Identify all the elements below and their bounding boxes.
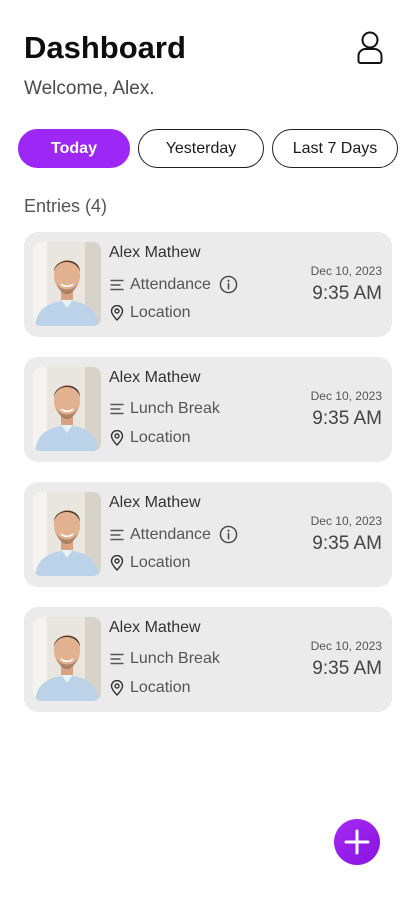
list-lines-icon: [110, 403, 124, 415]
entry-date: Dec 10, 2023: [310, 389, 382, 403]
list-lines-icon: [110, 279, 124, 290]
entry-location: Location: [130, 304, 191, 321]
entry-date: Dec 10, 2023: [310, 639, 382, 653]
entry-type: Lunch Break: [130, 400, 220, 417]
location-pin-icon: [110, 680, 124, 696]
plus-icon: [344, 829, 370, 855]
entry-type: Attendance: [130, 275, 211, 293]
entry-type-row: Lunch Break: [109, 400, 220, 418]
avatar: [33, 242, 101, 326]
info-icon[interactable]: [219, 275, 238, 294]
page-title: Dashboard: [24, 30, 186, 65]
entry-type-row: Attendance: [109, 275, 238, 294]
entry-type: Lunch Break: [130, 650, 220, 667]
filter-today[interactable]: Today: [18, 129, 130, 168]
location-pin-icon: [110, 305, 124, 321]
avatar: [33, 367, 101, 451]
entry-card[interactable]: Alex Mathew Attendance Location Dec 10, …: [24, 232, 392, 337]
entry-type: Attendance: [130, 525, 211, 543]
entry-time: 9:35 AM: [312, 283, 382, 304]
entry-time: 9:35 AM: [312, 533, 382, 554]
date-filter-tabs: Today Yesterday Last 7 Days: [18, 129, 398, 168]
add-entry-button[interactable]: [334, 819, 380, 865]
location-pin-icon: [110, 430, 124, 446]
entry-type-row: Attendance: [109, 525, 238, 544]
entry-name: Alex Mathew: [109, 369, 201, 386]
entry-time: 9:35 AM: [312, 408, 382, 429]
avatar: [33, 492, 101, 576]
entry-name: Alex Mathew: [109, 619, 201, 636]
entry-name: Alex Mathew: [109, 494, 201, 511]
user-icon: [357, 31, 383, 64]
avatar: [33, 617, 101, 701]
welcome-message: Welcome, Alex.: [24, 78, 155, 99]
list-lines-icon: [110, 529, 124, 540]
entry-location-row: Location: [109, 554, 191, 572]
entry-time: 9:35 AM: [312, 658, 382, 679]
entry-location: Location: [130, 554, 191, 571]
entry-card[interactable]: Alex Mathew Attendance Location Dec 10, …: [24, 482, 392, 587]
entry-location-row: Location: [109, 304, 191, 322]
location-pin-icon: [110, 555, 124, 571]
entries-list: Alex Mathew Attendance Location Dec 10, …: [24, 232, 392, 732]
entry-date: Dec 10, 2023: [310, 264, 382, 278]
header: Dashboard: [24, 30, 391, 70]
entry-location-row: Location: [109, 679, 191, 697]
entry-type-row: Lunch Break: [109, 650, 220, 668]
entries-count-label: Entries (4): [24, 196, 108, 216]
list-lines-icon: [110, 653, 124, 665]
entry-card[interactable]: Alex Mathew Lunch Break Location Dec 10,…: [24, 607, 392, 712]
entry-name: Alex Mathew: [109, 244, 201, 261]
entry-location: Location: [130, 679, 191, 696]
info-icon[interactable]: [219, 525, 238, 544]
entry-date: Dec 10, 2023: [310, 514, 382, 528]
profile-button[interactable]: [355, 30, 385, 64]
filter-last-7-days[interactable]: Last 7 Days: [272, 129, 398, 168]
entry-location-row: Location: [109, 429, 191, 447]
entry-location: Location: [130, 429, 191, 446]
filter-yesterday[interactable]: Yesterday: [138, 129, 264, 168]
entry-card[interactable]: Alex Mathew Lunch Break Location Dec 10,…: [24, 357, 392, 462]
